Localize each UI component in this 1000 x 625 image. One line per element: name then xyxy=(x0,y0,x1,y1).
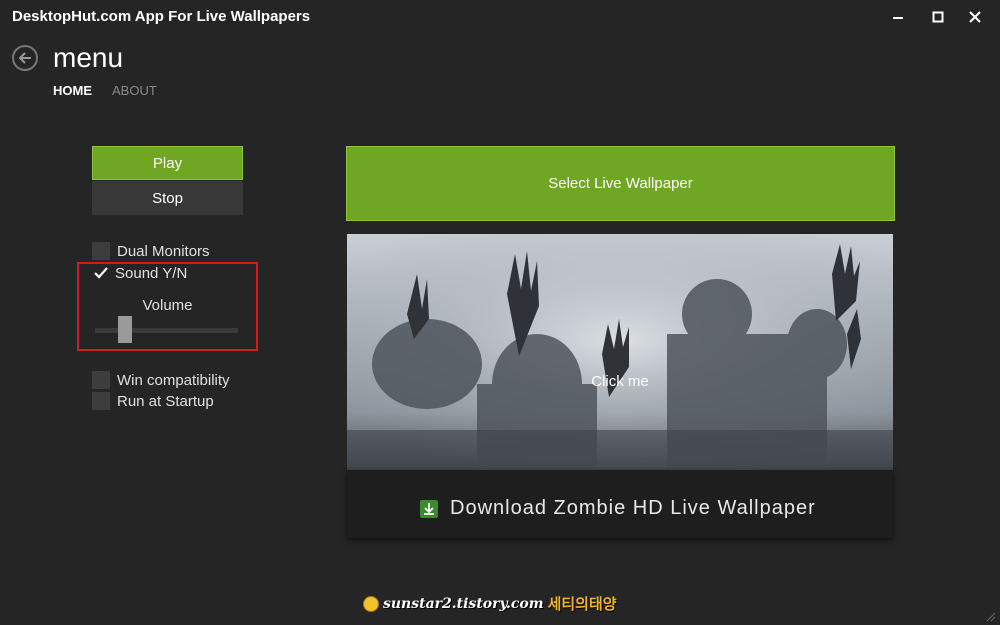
minimize-icon xyxy=(893,17,903,19)
win-compatibility-label: Win compatibility xyxy=(117,372,230,389)
window-title: DesktopHut.com App For Live Wallpapers xyxy=(12,8,311,25)
win-compatibility-checkbox[interactable] xyxy=(92,371,110,389)
tab-home[interactable]: HOME xyxy=(53,83,92,98)
dual-monitors-label: Dual Monitors xyxy=(117,243,210,260)
select-wallpaper-button[interactable]: Select Live Wallpaper xyxy=(346,146,895,221)
watermark-korean: 세티의태양 xyxy=(547,595,617,613)
page-title: menu xyxy=(53,42,124,73)
download-label: Download Zombie HD Live Wallpaper xyxy=(450,497,816,519)
maximize-icon xyxy=(932,11,944,23)
maximize-button[interactable] xyxy=(918,4,958,30)
annotation-highlight-box xyxy=(77,262,258,351)
close-button[interactable] xyxy=(955,4,995,30)
play-button[interactable]: Play xyxy=(92,146,243,180)
back-arrow-icon xyxy=(18,52,31,64)
smiley-icon xyxy=(363,595,379,612)
download-wallpaper-link[interactable]: Download Zombie HD Live Wallpaper xyxy=(347,470,893,538)
zombie-preview-image xyxy=(347,234,893,470)
download-icon xyxy=(420,500,438,518)
tab-about[interactable]: ABOUT xyxy=(112,83,157,98)
close-icon xyxy=(969,11,981,23)
watermark-url: sunstar2.tistory.com xyxy=(383,595,544,612)
wallpaper-preview[interactable]: Click me xyxy=(347,234,893,470)
resize-grip-icon[interactable] xyxy=(984,610,996,622)
minimize-button[interactable] xyxy=(878,4,918,30)
click-me-label: Click me xyxy=(591,373,649,390)
back-button[interactable] xyxy=(12,45,38,71)
title-bar: DesktopHut.com App For Live Wallpapers xyxy=(0,0,1000,34)
stop-button[interactable]: Stop xyxy=(92,181,243,215)
dual-monitors-checkbox[interactable] xyxy=(92,242,110,260)
run-at-startup-checkbox[interactable] xyxy=(92,392,110,410)
watermark: sunstar2.tistory.com 세티의태양 xyxy=(363,593,617,614)
run-at-startup-label: Run at Startup xyxy=(117,393,214,410)
